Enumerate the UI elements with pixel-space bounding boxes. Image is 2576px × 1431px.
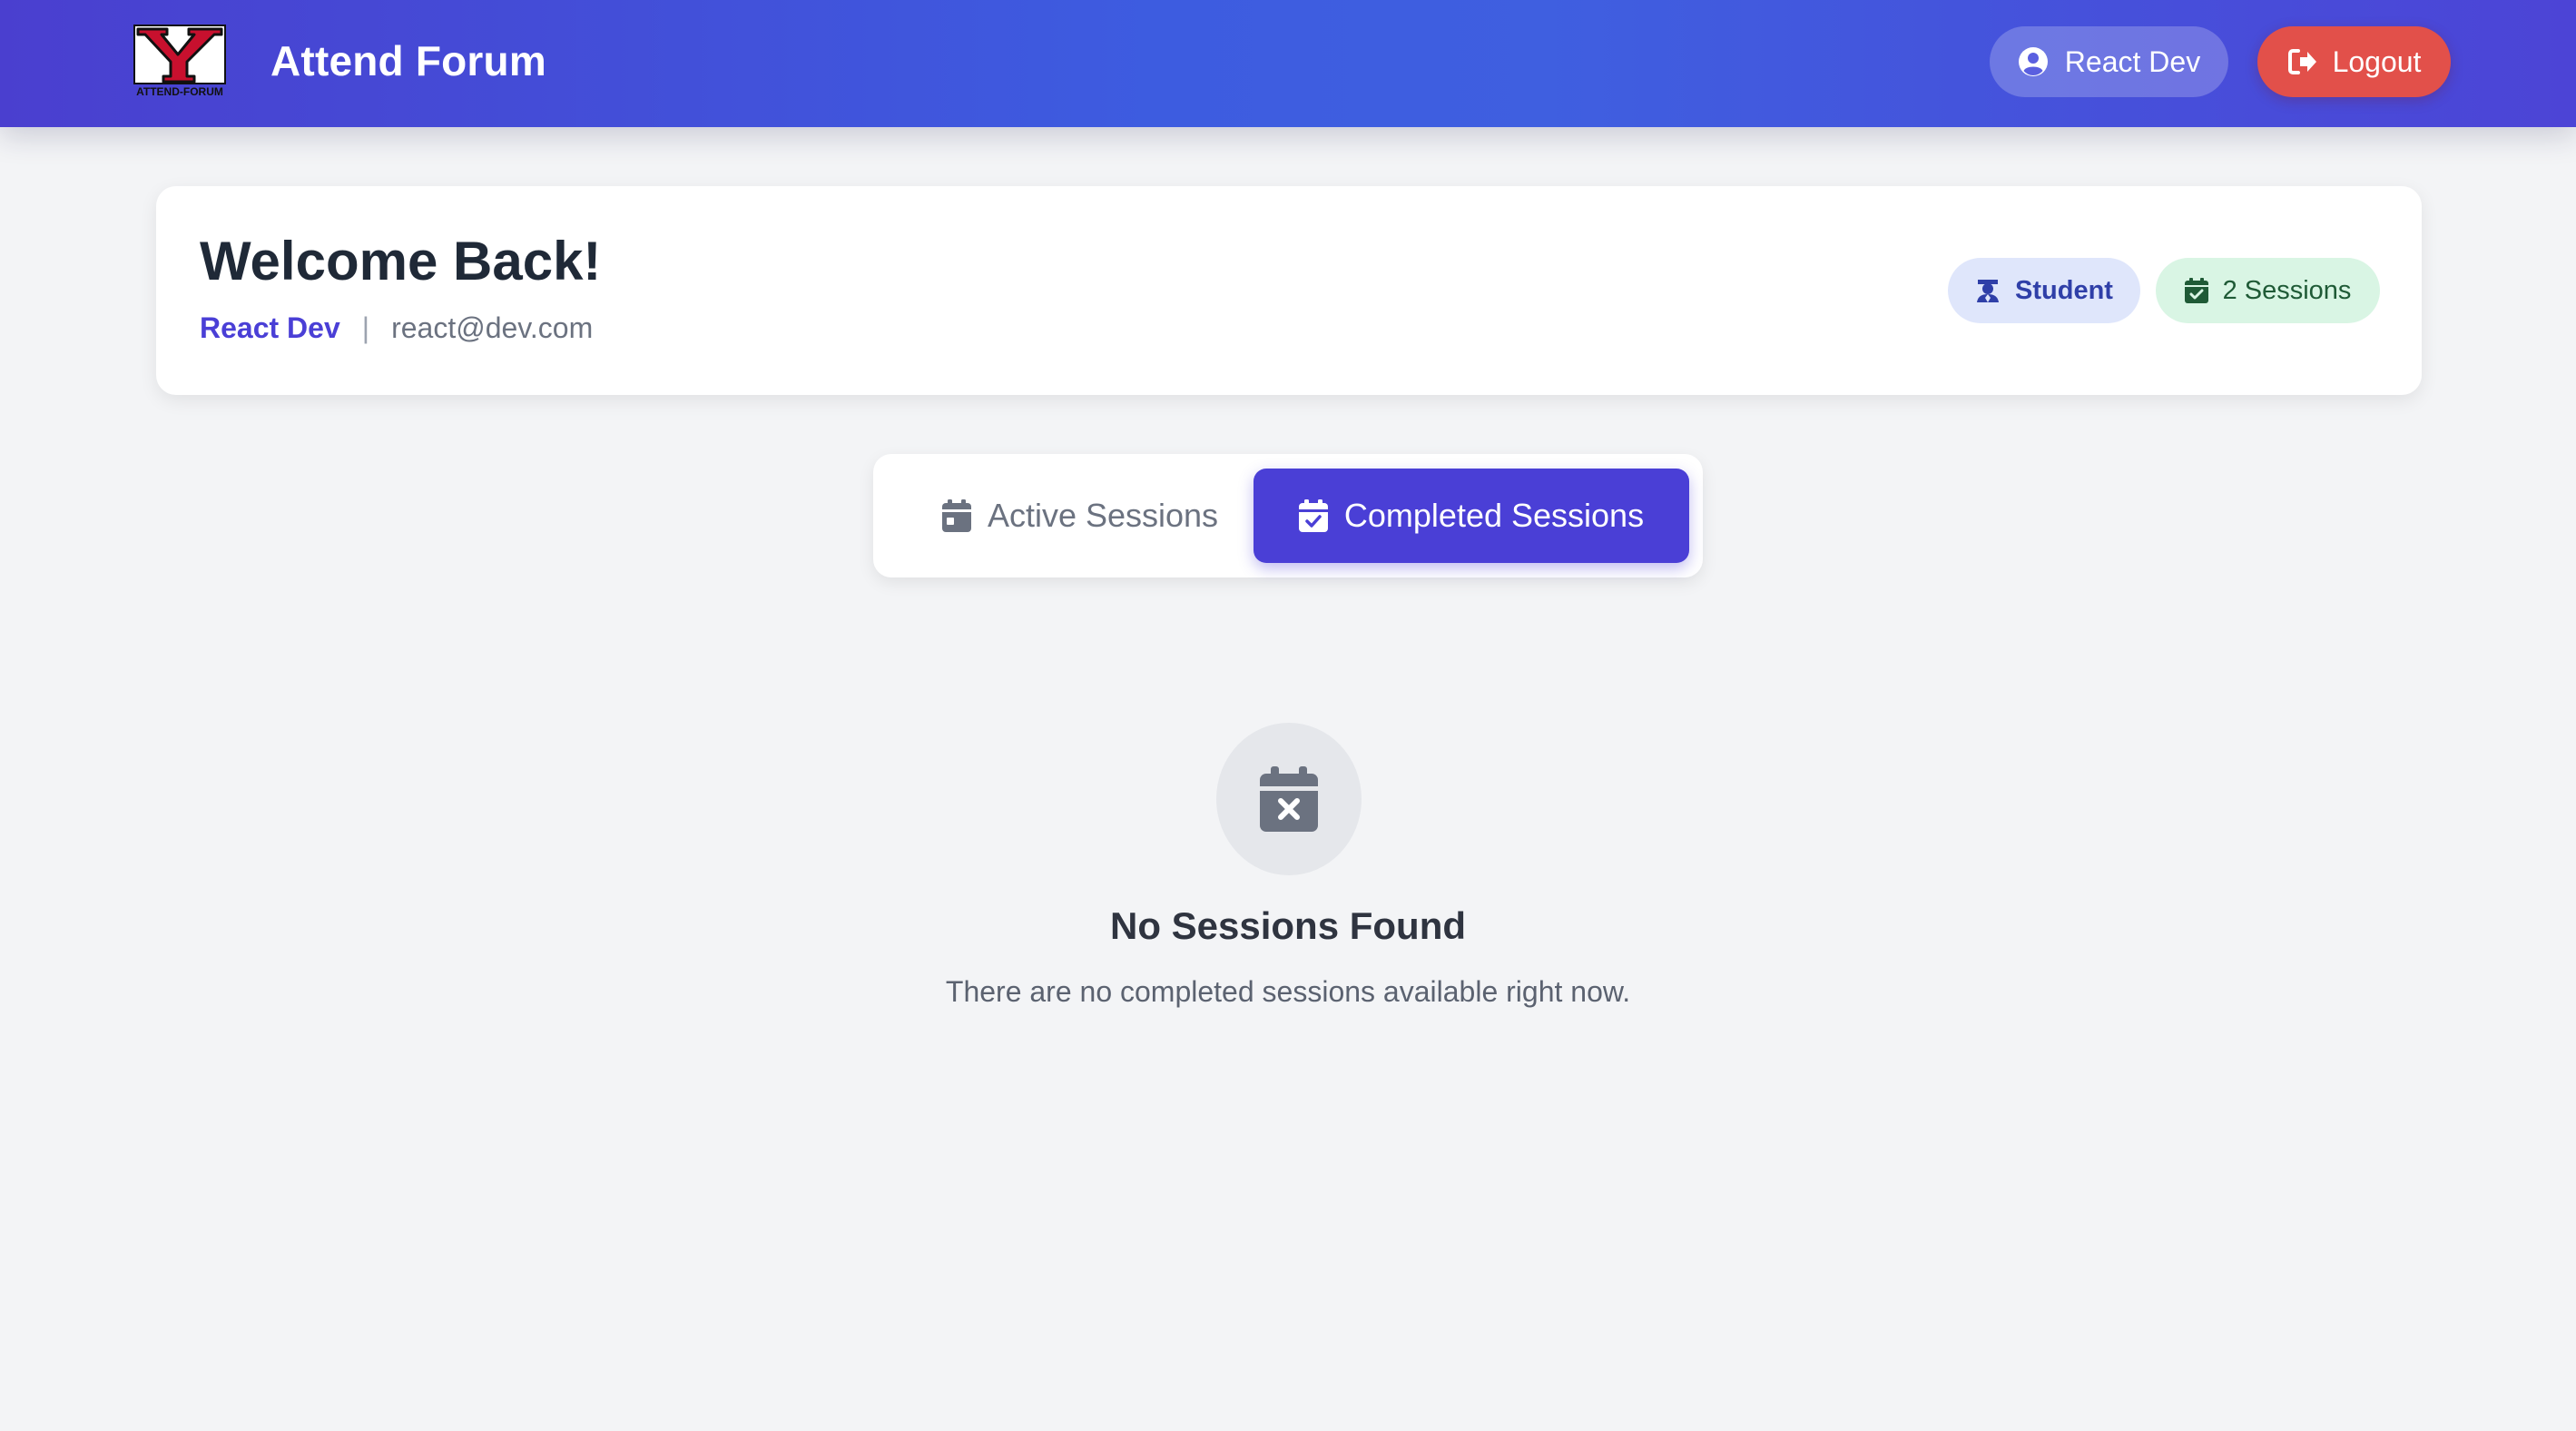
top-navbar: ATTEND-FORUM Attend Forum React Dev Logo…: [0, 0, 2576, 127]
tab-label: Active Sessions: [987, 497, 1219, 534]
sessions-badge-label: 2 Sessions: [2222, 275, 2352, 305]
role-badge-label: Student: [2015, 275, 2113, 305]
brand-logo: ATTEND-FORUM: [125, 24, 234, 98]
welcome-title: Welcome Back!: [200, 231, 602, 291]
calendar-x-icon: [1260, 766, 1318, 832]
logout-button[interactable]: Logout: [2257, 26, 2451, 97]
brand[interactable]: ATTEND-FORUM Attend Forum: [125, 24, 546, 98]
logo-caption: ATTEND-FORUM: [136, 85, 223, 98]
separator: |: [361, 311, 370, 344]
welcome-user-name: React Dev: [200, 311, 340, 344]
session-tabs: Active Sessions Completed Sessions: [873, 454, 1703, 577]
brand-title: Attend Forum: [270, 37, 546, 84]
user-profile-button[interactable]: React Dev: [1990, 26, 2228, 97]
user-info-line: React Dev | react@dev.com: [200, 311, 593, 345]
empty-state-icon-wrapper: [1216, 723, 1362, 875]
calendar-check-icon: [1298, 499, 1328, 532]
tab-active-sessions[interactable]: Active Sessions: [890, 469, 1271, 563]
welcome-card: Welcome Back! React Dev | react@dev.com …: [156, 186, 2422, 395]
logout-label: Logout: [2332, 44, 2422, 78]
calendar-check-icon: [2184, 278, 2208, 303]
tab-completed-sessions[interactable]: Completed Sessions: [1254, 469, 1689, 563]
welcome-user-email: react@dev.com: [391, 311, 594, 344]
user-name-label: React Dev: [2064, 44, 2201, 78]
calendar-icon: [941, 499, 971, 532]
role-badge: Student: [1948, 258, 2140, 323]
user-circle-icon: [2018, 46, 2049, 77]
sessions-count-badge: 2 Sessions: [2156, 258, 2380, 323]
sign-out-icon: [2287, 47, 2318, 76]
graduate-icon: [1975, 278, 2001, 303]
empty-state-title: No Sessions Found: [1109, 904, 1467, 947]
empty-state-message: There are no completed sessions availabl…: [945, 975, 1631, 1008]
tab-label: Completed Sessions: [1343, 497, 1645, 534]
